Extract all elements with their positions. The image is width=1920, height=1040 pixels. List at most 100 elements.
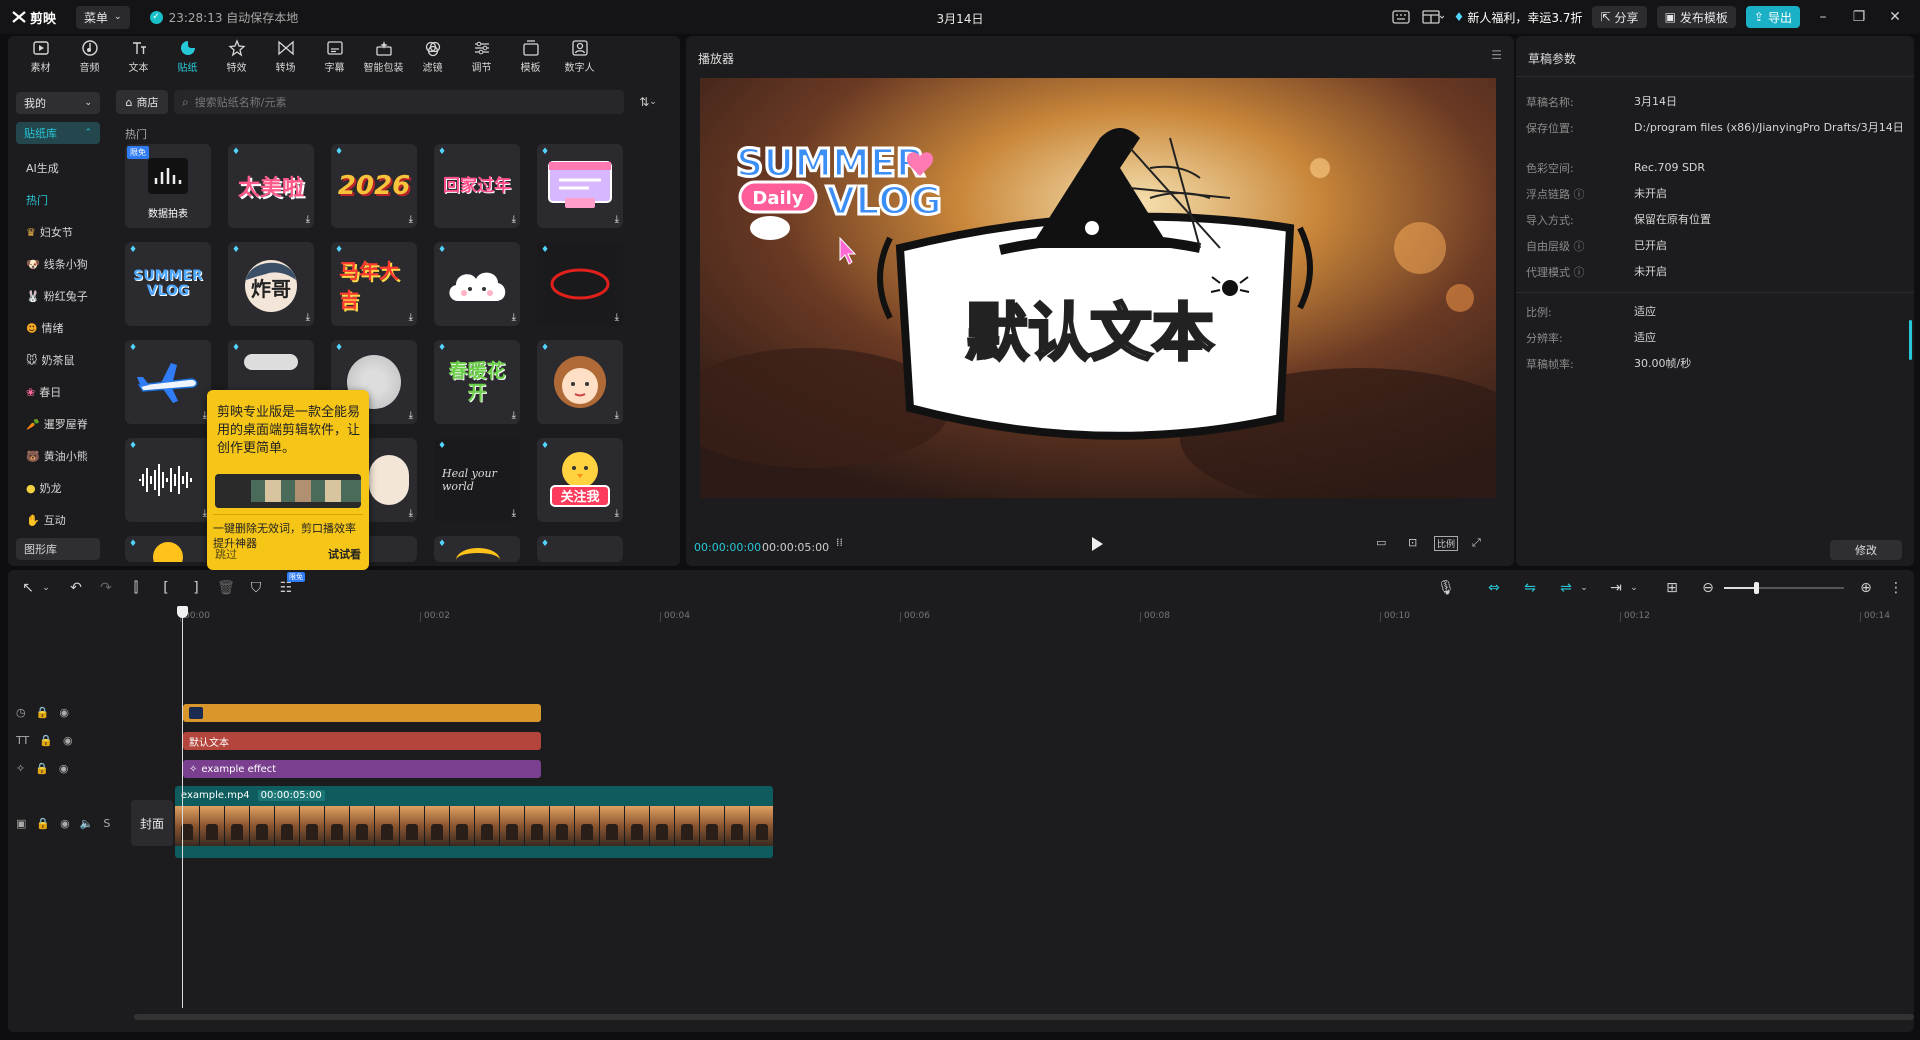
- select-tool-icon[interactable]: ↖: [18, 578, 38, 598]
- screenshot-icon[interactable]: ⊡: [1408, 536, 1417, 549]
- download-icon[interactable]: ⤓: [615, 410, 619, 421]
- preview-axis-icon[interactable]: ⇥: [1606, 578, 1626, 598]
- download-icon[interactable]: ⤓: [409, 312, 413, 323]
- tab-sticker[interactable]: 贴纸: [163, 36, 212, 76]
- category-milk-tea-mouse[interactable]: 🐭 奶茶鼠: [16, 344, 100, 376]
- minimize-icon[interactable]: –: [1810, 9, 1836, 25]
- menu-icon[interactable]: ☰: [1491, 48, 1502, 62]
- share-button[interactable]: ⇱ 分享: [1592, 6, 1647, 28]
- video-clip[interactable]: example.mp4 00:00:05:00: [175, 786, 773, 858]
- split-left-icon[interactable]: [: [156, 578, 176, 598]
- category-ai[interactable]: AI生成: [16, 152, 100, 184]
- sticker-tile[interactable]: ♦ 太美啦 ⤓: [228, 144, 314, 228]
- tab-audio[interactable]: 音频: [65, 36, 114, 76]
- modify-button[interactable]: 修改: [1830, 540, 1902, 560]
- help-icon[interactable]: ⓘ: [1574, 240, 1585, 253]
- chevron-down-icon[interactable]: ⌄: [36, 578, 56, 598]
- zoom-in-icon[interactable]: ⊕: [1856, 578, 1876, 598]
- text-clip[interactable]: 默认文本: [183, 732, 541, 750]
- lock-icon[interactable]: 🔒: [35, 762, 49, 775]
- lock-icon[interactable]: 🔒: [39, 734, 53, 747]
- lock-icon[interactable]: 🔒: [36, 817, 50, 830]
- sticker-tile[interactable]: ♦ ⤓: [537, 144, 623, 228]
- download-icon[interactable]: ⤓: [615, 312, 619, 323]
- chevron-down-icon[interactable]: ⌄: [1574, 578, 1594, 598]
- tooltip-try-button[interactable]: 试试看: [328, 546, 361, 562]
- download-icon[interactable]: ⤓: [615, 214, 619, 225]
- timeline-grid-icon[interactable]: ⁞⁞: [836, 536, 843, 549]
- tab-filter[interactable]: 滤镜: [408, 36, 457, 76]
- tab-template[interactable]: 模板: [506, 36, 555, 76]
- audio-icon[interactable]: 🔈: [80, 817, 94, 830]
- mine-dropdown[interactable]: 我的 ⌄: [16, 92, 100, 114]
- sticker-tile[interactable]: ♦ ⤓: [434, 242, 520, 326]
- more-icon[interactable]: ⋮: [1886, 578, 1906, 598]
- video-preview[interactable]: 默认文本 SUMMER Daily VLOG: [700, 78, 1496, 498]
- sticker-tile[interactable]: ♦ ⤓: [125, 438, 211, 522]
- download-icon[interactable]: ⤓: [306, 312, 310, 323]
- layout-icon[interactable]: [1421, 6, 1444, 28]
- zoom-slider[interactable]: [1724, 582, 1844, 594]
- sticker-search-input[interactable]: [194, 95, 495, 109]
- redo-icon[interactable]: ↷: [96, 578, 116, 598]
- undo-icon[interactable]: ↶: [66, 578, 86, 598]
- sticker-tile[interactable]: ♦ 马年大吉 ⤓: [331, 242, 417, 326]
- category-interactive[interactable]: ✋ 互动: [16, 504, 100, 536]
- tab-subtitle[interactable]: 字幕: [310, 36, 359, 76]
- original-quality-icon[interactable]: ▭: [1376, 536, 1386, 549]
- download-icon[interactable]: ⤓: [409, 214, 413, 225]
- help-icon[interactable]: ⓘ: [1574, 266, 1585, 279]
- tab-adjust[interactable]: 调节: [457, 36, 506, 76]
- download-icon[interactable]: ⤓: [306, 214, 310, 225]
- download-icon[interactable]: ⤓: [615, 508, 619, 519]
- play-button[interactable]: [1090, 536, 1104, 555]
- sticker-tile[interactable]: ♦: [434, 536, 520, 562]
- close-icon[interactable]: ✕: [1882, 9, 1908, 25]
- sticker-tile[interactable]: ♦ ⤓: [125, 340, 211, 424]
- tab-media[interactable]: 素材: [16, 36, 65, 76]
- tab-text[interactable]: 文本: [114, 36, 163, 76]
- sticker-tile[interactable]: ♦ 炸哥 ⤓: [228, 242, 314, 326]
- sticker-tile[interactable]: ♦ ⤓: [537, 340, 623, 424]
- fit-timeline-icon[interactable]: ⊞: [1662, 578, 1682, 598]
- publish-template-button[interactable]: ▣ 发布模板: [1656, 6, 1736, 28]
- help-icon[interactable]: ⓘ: [1574, 188, 1585, 201]
- sticker-tile[interactable]: ♦ 回家过年 ⤓: [434, 144, 520, 228]
- snap-icon[interactable]: ⇌: [1556, 578, 1576, 598]
- category-hot[interactable]: 热门: [16, 184, 100, 216]
- sticker-clip[interactable]: [183, 704, 541, 722]
- sticker-tile[interactable]: ♦ 关注我 ⤓: [537, 438, 623, 522]
- sticker-tile[interactable]: ♦ ⤓: [537, 242, 623, 326]
- category-womens-day[interactable]: ♛ 妇女节: [16, 216, 100, 248]
- category-pink-bunny[interactable]: 🐰 粉红兔子: [16, 280, 100, 312]
- split-icon[interactable]: ⫿: [126, 578, 146, 598]
- marker-icon[interactable]: ⛉: [246, 578, 266, 598]
- category-spring[interactable]: ❀ 春日: [16, 376, 100, 408]
- download-icon[interactable]: ⤓: [512, 214, 516, 225]
- shape-library-dropdown[interactable]: 图形库: [16, 538, 100, 560]
- sticker-tile[interactable]: ♦: [125, 536, 211, 562]
- tooltip-skip-button[interactable]: 跳过: [215, 546, 237, 562]
- sticker-tile[interactable]: 限免 数据拍表: [125, 144, 211, 228]
- zoom-out-icon[interactable]: ⊖: [1698, 578, 1718, 598]
- chevron-down-icon[interactable]: ⌄: [1624, 578, 1644, 598]
- tab-transition[interactable]: 转场: [261, 36, 310, 76]
- magnet-icon[interactable]: ⇋: [1520, 578, 1540, 598]
- eye-icon[interactable]: ◉: [59, 762, 69, 775]
- download-icon[interactable]: ⤓: [512, 312, 516, 323]
- tab-smart-package[interactable]: 智能包装: [359, 36, 408, 76]
- delete-icon[interactable]: 🗑: [216, 578, 236, 598]
- tab-digital-human[interactable]: 数字人: [555, 36, 604, 76]
- promo-link[interactable]: ♦ 新人福利，幸运3.7折: [1454, 9, 1583, 26]
- shortcut-icon[interactable]: [1390, 6, 1412, 28]
- menu-button[interactable]: 菜单 ⌄: [76, 5, 130, 29]
- sticker-tile[interactable]: ♦ 2026 ⤓: [331, 144, 417, 228]
- sticker-tile[interactable]: ♦ Heal your world ⤓: [434, 438, 520, 522]
- playhead[interactable]: [177, 606, 188, 1008]
- link-track-icon[interactable]: ⇔: [1484, 578, 1504, 598]
- timeline-scrollbar[interactable]: [134, 1014, 1914, 1020]
- split-right-icon[interactable]: ]: [186, 578, 206, 598]
- sticker-tile[interactable]: ♦ SUMMER VLOG: [125, 242, 211, 326]
- category-siam[interactable]: 🥕 暹罗屋脊: [16, 408, 100, 440]
- sticker-tile[interactable]: ♦ 春暖花开 ⤓: [434, 340, 520, 424]
